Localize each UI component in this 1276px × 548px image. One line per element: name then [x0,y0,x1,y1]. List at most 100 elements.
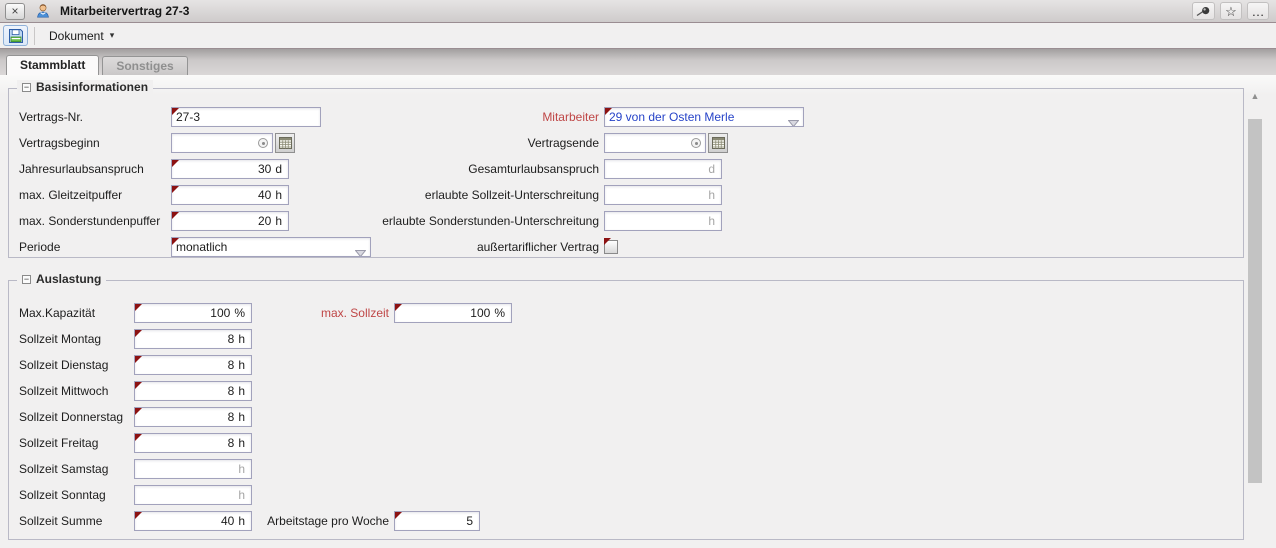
label-sollzeit-freitag: Sollzeit Freitag [19,433,98,453]
label-vertragsbeginn: Vertragsbeginn [19,133,100,153]
vertragsende-input[interactable] [604,133,706,153]
label-max-kapazitaet: Max.Kapazität [19,303,95,323]
unit-label: % [234,306,245,320]
row-kapazitaet: Max.Kapazität 100 % max. Sollzeit 100 % [9,303,1243,323]
unit-label: h [275,214,282,228]
vertragsbeginn-input[interactable] [171,133,273,153]
periode-select[interactable]: monatlich [171,237,371,257]
collapse-icon[interactable]: − [22,275,31,284]
gesamturlaubsanspruch-input[interactable]: d [604,159,722,179]
unit-label: h [238,488,245,502]
form-content: − Basisinformationen Vertrags-Nr. 27-3 M… [0,75,1276,548]
scrollbar-thumb[interactable] [1248,119,1262,483]
unit-label: h [238,332,245,346]
label-max-gleitzeitpuffer: max. Gleitzeitpuffer [19,185,122,205]
label-sollzeit-mittwoch: Sollzeit Mittwoch [19,381,108,401]
erlaubte-sonderstunden-unterschreitung-input[interactable]: h [604,211,722,231]
row-vertragsbeginn-ende: Vertragsbeginn Vertragsende [9,133,1243,153]
unit-label: h [238,514,245,528]
legend-auslastung: − Auslastung [17,272,106,286]
unit-label: h [238,358,245,372]
legend-basisinformationen: − Basisinformationen [17,80,153,94]
row-sollzeit-freitag: Sollzeit Freitag 8 h [9,433,1243,453]
ellipsis-icon: … [1252,5,1265,18]
unit-label: d [708,162,715,176]
unit-label: h [238,462,245,476]
close-icon: × [11,4,18,18]
favorite-button[interactable]: ☆ [1220,2,1242,20]
label-max-sonderstundenpuffer: max. Sonderstundenpuffer [19,211,160,231]
jahresurlaubsanspruch-input[interactable]: 30 d [171,159,289,179]
max-sollzeit-input[interactable]: 100 % [394,303,512,323]
row-periode: Periode monatlich außertariflicher Vertr… [9,237,1243,257]
mitarbeiter-select[interactable]: 29 von der Osten Merle [604,107,804,127]
unit-label: % [494,306,505,320]
fieldset-auslastung: − Auslastung Max.Kapazität 100 % max. So… [8,280,1244,540]
vertrags-nr-value: 27-3 [176,110,200,124]
scroll-up-icon[interactable]: ▲ [1248,90,1262,102]
calendar-icon [279,137,292,149]
max-gleitzeitpuffer-input[interactable]: 40 h [171,185,289,205]
row-sollzeit-dienstag: Sollzeit Dienstag 8 h [9,355,1243,375]
tab-sonstiges[interactable]: Sonstiges [102,56,187,75]
sollzeit-donnerstag-input[interactable]: 8 h [134,407,252,427]
vertrags-nr-input[interactable]: 27-3 [171,107,321,127]
collapse-icon[interactable]: − [22,83,31,92]
label-sollzeit-samstag: Sollzeit Samstag [19,459,108,479]
vertical-scrollbar: ▲ [1248,90,1262,548]
close-button[interactable]: × [5,3,25,20]
sollzeit-summe-input[interactable]: 40 h [134,511,252,531]
sollzeit-mittwoch-input[interactable]: 8 h [134,381,252,401]
person-icon [35,3,51,19]
date-now-icon[interactable] [258,138,268,148]
date-now-icon[interactable] [691,138,701,148]
legend-basisinformationen-label: Basisinformationen [36,80,148,94]
sollzeit-freitag-input[interactable]: 8 h [134,433,252,453]
sollzeit-mittwoch-value: 8 [228,384,235,398]
label-sollzeit-donnerstag: Sollzeit Donnerstag [19,407,123,427]
max-kapazitaet-input[interactable]: 100 % [134,303,252,323]
vertragsende-calendar-button[interactable] [708,133,728,153]
label-aussertariflicher-vertrag: außertariflicher Vertrag [477,237,599,257]
menu-dokument-label: Dokument [49,29,104,43]
pin-button[interactable] [1192,2,1215,20]
star-icon: ☆ [1225,5,1237,18]
label-sollzeit-sonntag: Sollzeit Sonntag [19,485,106,505]
max-kapazitaet-value: 100 [210,306,230,320]
max-sonderstundenpuffer-input[interactable]: 20 h [171,211,289,231]
dropdown-arrow-icon [355,244,366,257]
erlaubte-sollzeit-unterschreitung-input[interactable]: h [604,185,722,205]
mitarbeiter-value: 29 von der Osten Merle [609,110,734,124]
sollzeit-donnerstag-value: 8 [228,410,235,424]
unit-label: h [238,384,245,398]
sollzeit-montag-input[interactable]: 8 h [134,329,252,349]
unit-label: d [275,162,282,176]
row-vertragsnr-mitarbeiter: Vertrags-Nr. 27-3 Mitarbeiter 29 von der… [9,107,1243,127]
row-sollzeit-summe: Sollzeit Summe 40 h Arbeitstage pro Woch… [9,511,1243,531]
unit-label: h [238,436,245,450]
toolbar: Dokument ▾ [0,23,1276,49]
sollzeit-dienstag-value: 8 [228,358,235,372]
sollzeit-samstag-input[interactable]: h [134,459,252,479]
unit-label: h [708,214,715,228]
label-periode: Periode [19,237,60,257]
chevron-down-icon: ▾ [110,30,115,41]
arbeitstage-pro-woche-input[interactable]: 5 [394,511,480,531]
row-urlaubsanspruch: Jahresurlaubsanspruch 30 d Gesamturlaubs… [9,159,1243,179]
unit-label: h [238,410,245,424]
label-arbeitstage-pro-woche: Arbeitstage pro Woche [267,511,389,531]
label-mitarbeiter: Mitarbeiter [542,107,599,127]
periode-value: monatlich [176,240,227,254]
sollzeit-freitag-value: 8 [228,436,235,450]
row-sollzeit-mittwoch: Sollzeit Mittwoch 8 h [9,381,1243,401]
menu-dokument[interactable]: Dokument ▾ [42,27,121,45]
aussertariflicher-vertrag-checkbox[interactable] [604,240,618,254]
unit-label: h [275,188,282,202]
sollzeit-dienstag-input[interactable]: 8 h [134,355,252,375]
title-bar: × Mitarbeitervertrag 27-3 ☆ … [0,0,1276,23]
save-button[interactable] [3,25,28,46]
tab-stammblatt[interactable]: Stammblatt [6,55,99,75]
sollzeit-sonntag-input[interactable]: h [134,485,252,505]
more-button[interactable]: … [1247,2,1269,20]
vertragsbeginn-calendar-button[interactable] [275,133,295,153]
